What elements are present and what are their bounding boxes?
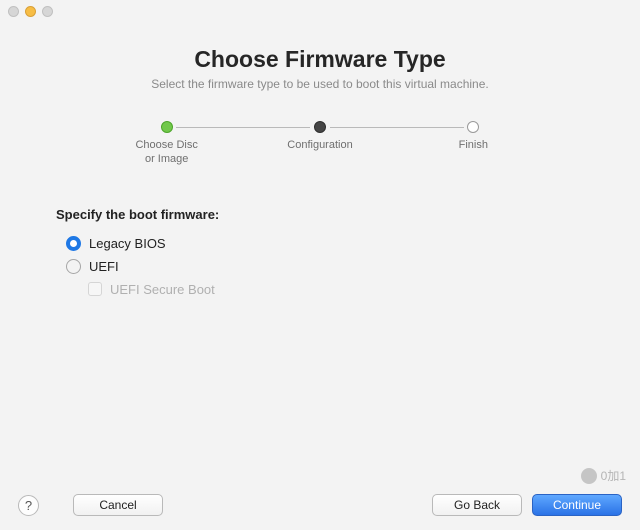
radio-icon	[66, 236, 81, 251]
continue-button[interactable]: Continue	[532, 494, 622, 516]
boot-firmware-label: Specify the boot firmware:	[56, 207, 584, 222]
stepper-connector	[176, 127, 310, 128]
form-content: Specify the boot firmware: Legacy BIOS U…	[0, 167, 640, 297]
step-finish: Finish	[397, 121, 550, 153]
page-header: Choose Firmware Type Select the firmware…	[0, 46, 640, 91]
stepper-connector	[330, 127, 464, 128]
watermark-text: 0加1	[601, 467, 626, 484]
step-label: Finish	[397, 139, 550, 153]
step-label: Choose Discor Image	[90, 139, 243, 167]
watermark-icon	[581, 468, 597, 484]
radio-label: Legacy BIOS	[89, 236, 166, 251]
radio-uefi[interactable]: UEFI	[66, 259, 584, 274]
dialog-footer: ? Cancel Go Back Continue	[0, 494, 640, 516]
radio-label: UEFI	[89, 259, 119, 274]
checkbox-uefi-secure-boot: UEFI Secure Boot	[88, 282, 584, 297]
radio-legacy-bios[interactable]: Legacy BIOS	[66, 236, 584, 251]
traffic-light-close[interactable]	[8, 6, 19, 17]
checkbox-label: UEFI Secure Boot	[110, 282, 215, 297]
help-button[interactable]: ?	[18, 495, 39, 516]
radio-icon	[66, 259, 81, 274]
cancel-button[interactable]: Cancel	[73, 494, 163, 516]
checkbox-icon	[88, 282, 102, 296]
go-back-button[interactable]: Go Back	[432, 494, 522, 516]
traffic-light-minimize[interactable]	[25, 6, 36, 17]
page-title: Choose Firmware Type	[0, 46, 640, 73]
page-subtitle: Select the firmware type to be used to b…	[0, 77, 640, 91]
watermark: 0加1	[581, 467, 626, 484]
step-label: Configuration	[243, 139, 396, 153]
progress-stepper: Choose Discor Image Configuration Finish	[90, 121, 550, 167]
step-configuration: Configuration	[243, 121, 396, 153]
step-dot-icon	[314, 121, 326, 133]
window-titlebar	[0, 0, 640, 22]
step-dot-icon	[467, 121, 479, 133]
traffic-light-zoom[interactable]	[42, 6, 53, 17]
step-dot-icon	[161, 121, 173, 133]
